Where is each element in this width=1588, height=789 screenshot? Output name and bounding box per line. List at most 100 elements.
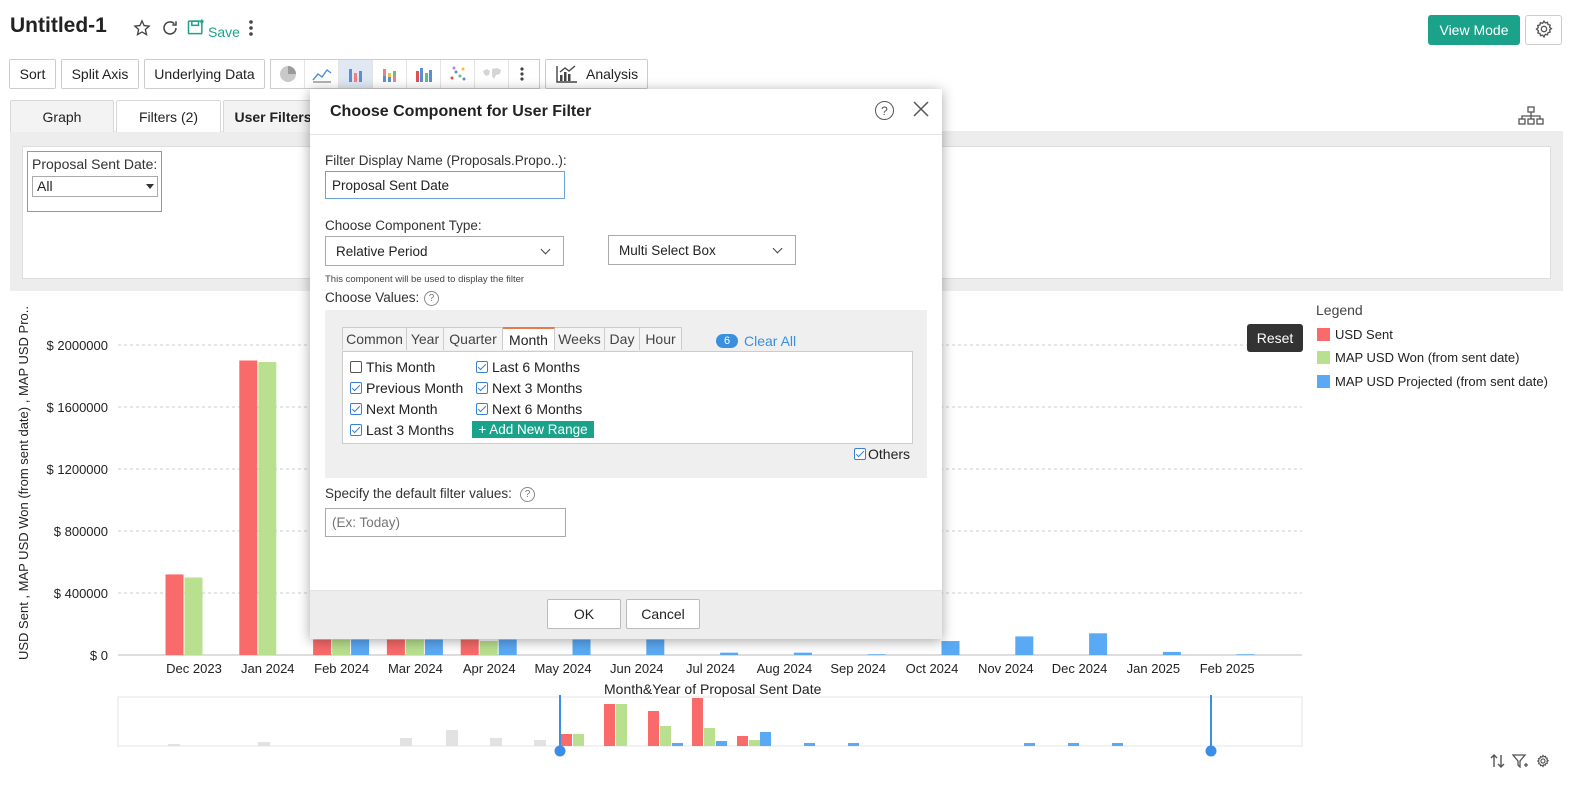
checkbox[interactable] (854, 448, 866, 460)
refresh-icon[interactable] (159, 17, 181, 39)
option-label: Next 3 Months (492, 380, 583, 396)
user-filter-label: Proposal Sent Date: (32, 156, 158, 172)
tab-month[interactable]: Month (503, 327, 555, 350)
navigator-bar (1112, 743, 1123, 746)
more-vertical-icon[interactable] (509, 60, 535, 88)
sort-button[interactable]: Sort (9, 59, 56, 89)
legend-item[interactable]: MAP USD Won (from sent date) (1317, 350, 1519, 365)
option-last-3-months[interactable]: Last 3 Months (350, 422, 454, 438)
option-others[interactable]: Others (854, 446, 910, 462)
selected-count-badge: 6 (716, 334, 738, 348)
x-tick-label: Dec 2023 (166, 661, 222, 676)
underlying-data-button[interactable]: Underlying Data (144, 59, 265, 89)
tab-graph[interactable]: Graph (10, 100, 114, 132)
checkbox[interactable] (350, 361, 362, 373)
x-tick-label: Feb 2025 (1200, 661, 1255, 676)
sort-arrows-icon[interactable] (1490, 754, 1506, 771)
pie-chart-icon[interactable] (271, 60, 305, 88)
tab-quarter[interactable]: Quarter (444, 327, 503, 350)
legend-swatch (1317, 328, 1330, 341)
view-mode-button[interactable]: View Mode (1428, 15, 1520, 45)
x-tick-label: Dec 2024 (1052, 661, 1108, 676)
help-icon[interactable]: ? (424, 291, 439, 306)
component-subtype-select[interactable]: Multi Select Box (608, 235, 796, 265)
bar (867, 654, 886, 655)
star-icon[interactable] (131, 17, 153, 39)
range-navigator (117, 695, 1303, 757)
line-chart-icon[interactable] (305, 60, 339, 88)
option-label: Previous Month (366, 380, 464, 396)
navigator-handle (554, 745, 566, 757)
legend-item[interactable]: MAP USD Projected (from sent date) (1317, 374, 1548, 389)
bar (941, 641, 960, 655)
navigator-bar (672, 743, 683, 746)
grouped-bar-icon[interactable] (407, 60, 441, 88)
clear-all-link[interactable]: Clear All (744, 333, 796, 349)
tab-filters[interactable]: Filters (2) (116, 100, 221, 132)
analysis-button[interactable]: Analysis (545, 59, 648, 89)
bar (424, 639, 443, 655)
navigator-bar (258, 742, 270, 746)
legend-item[interactable]: USD Sent (1317, 327, 1393, 342)
component-type-select[interactable]: Relative Period (325, 236, 564, 266)
tab-user-filters[interactable]: User Filters (223, 100, 323, 132)
option-this-month[interactable]: This Month (350, 359, 435, 375)
x-tick-label: Jul 2024 (686, 661, 735, 676)
filter-add-icon[interactable] (1511, 754, 1530, 771)
gear-icon[interactable] (1536, 754, 1550, 771)
option-next-3-months[interactable]: Next 3 Months (476, 380, 582, 396)
help-icon[interactable]: ? (520, 487, 535, 502)
checkbox[interactable] (476, 361, 488, 373)
cancel-button[interactable]: Cancel (626, 599, 700, 629)
option-next-month[interactable]: Next Month (350, 401, 438, 417)
tab-day[interactable]: Day (605, 327, 640, 350)
y-axis-label: USD Sent , MAP USD Won (from sent date) … (16, 305, 31, 660)
scatter-icon[interactable] (441, 60, 475, 88)
gear-icon (1534, 19, 1554, 42)
navigator-bar (737, 736, 748, 746)
ok-button[interactable]: OK (547, 599, 621, 629)
checkbox[interactable] (350, 424, 362, 436)
stacked-bar-icon[interactable] (373, 60, 407, 88)
hierarchy-icon[interactable] (1518, 106, 1544, 129)
add-new-range-button[interactable]: + Add New Range (472, 421, 594, 438)
display-name-input[interactable]: Proposal Sent Date (325, 171, 565, 199)
split-axis-button[interactable]: Split Axis (61, 59, 139, 89)
chart-footer-tools (1490, 754, 1550, 771)
tab-common[interactable]: Common (342, 327, 407, 350)
checkbox[interactable] (476, 403, 488, 415)
checkbox[interactable] (476, 382, 488, 394)
navigator-bar (648, 711, 659, 746)
map-icon[interactable] (475, 60, 509, 88)
tab-year[interactable]: Year (407, 327, 444, 350)
page-title[interactable]: Untitled-1 (10, 14, 107, 38)
more-vertical-icon[interactable] (240, 17, 262, 39)
bar (1236, 654, 1255, 655)
bar (646, 639, 665, 655)
option-last-6-months[interactable]: Last 6 Months (476, 359, 580, 375)
navigator-bar (534, 740, 546, 746)
component-subtype-value: Multi Select Box (619, 242, 716, 258)
default-values-input[interactable] (325, 508, 566, 537)
settings-button[interactable] (1525, 15, 1562, 45)
tab-weeks[interactable]: Weeks (555, 327, 605, 350)
bar (405, 639, 424, 655)
option-label: Next 6 Months (492, 401, 583, 417)
reset-button[interactable]: Reset (1247, 324, 1303, 352)
save-button[interactable]: Save (186, 17, 240, 40)
user-filter-value: All (37, 178, 53, 194)
tab-hour[interactable]: Hour (640, 327, 682, 350)
component-type-label: Choose Component Type: (325, 218, 482, 233)
x-axis-label: Month&Year of Proposal Sent Date (604, 681, 822, 697)
close-icon[interactable] (912, 98, 932, 122)
bar (184, 577, 203, 655)
bar-chart-icon[interactable] (339, 60, 373, 88)
help-icon[interactable]: ? (875, 101, 894, 120)
user-filter-select[interactable]: All (32, 176, 158, 197)
option-previous-month[interactable]: Previous Month (350, 380, 463, 396)
checkbox[interactable] (350, 382, 362, 394)
y-tick-label: $ 1200000 (47, 462, 108, 477)
checkbox[interactable] (350, 403, 362, 415)
option-next-6-months[interactable]: Next 6 Months (476, 401, 582, 417)
bar (1015, 636, 1034, 655)
